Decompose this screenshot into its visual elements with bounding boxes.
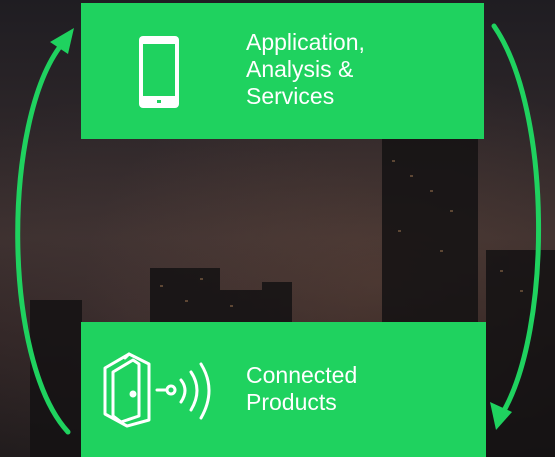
application-analysis-services-box: Application, Analysis & Services: [81, 3, 484, 139]
connected-products-box: Connected Products: [81, 322, 486, 457]
smartphone-icon: [139, 36, 179, 108]
connected-products-label: Connected Products: [246, 362, 358, 415]
connected-door-icon: [103, 352, 211, 428]
application-analysis-services-label: Application, Analysis & Services: [246, 29, 365, 109]
